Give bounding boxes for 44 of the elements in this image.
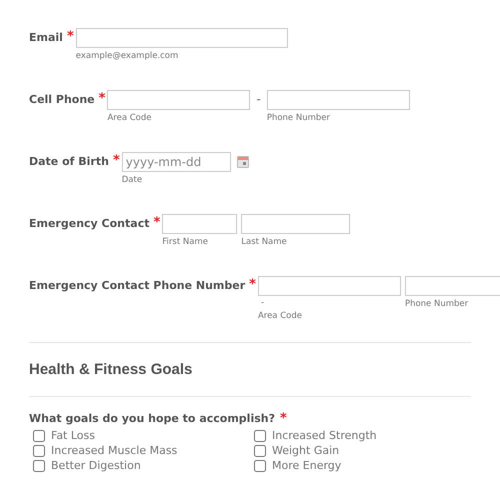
text-field[interactable] [162, 214, 238, 234]
field-label: Date of Birth [29, 155, 109, 168]
date-field[interactable]: yyyy-mm-dd [122, 152, 231, 172]
field-label: Email [29, 31, 63, 44]
checkbox-label[interactable]: Fat Loss [51, 429, 95, 442]
question-label: What goals do you hope to accomplish? [29, 412, 275, 425]
checkbox[interactable] [33, 444, 45, 456]
separator-dash: - [256, 92, 261, 106]
field-sublabel: example@example.com [76, 51, 180, 61]
separator-dash: - [260, 298, 266, 308]
field-sublabel: Date [122, 175, 144, 185]
checkbox-label[interactable]: Increased Muscle Mass [51, 444, 178, 457]
checkbox-label[interactable]: Better Digestion [51, 459, 141, 472]
area-code-field[interactable] [107, 90, 250, 110]
field-label: Emergency Contact Phone Number [29, 279, 246, 292]
field-sublabel: Phone Number [266, 113, 331, 123]
required-asterisk: * [112, 153, 120, 168]
required-asterisk: * [249, 277, 256, 292]
field-sublabel: Last Name [241, 237, 288, 247]
required-asterisk: * [280, 411, 287, 426]
checkbox[interactable] [254, 460, 266, 472]
section-heading: Health & Fitness Goals [28, 360, 194, 380]
field-label: Cell Phone [29, 93, 95, 106]
checkbox[interactable] [33, 460, 45, 472]
checkbox[interactable] [254, 430, 266, 442]
field-sublabel: Area Code [107, 113, 152, 123]
field-sublabel: First Name [162, 237, 209, 247]
checkbox[interactable] [33, 430, 45, 442]
phone-number-field[interactable] [404, 276, 500, 296]
checkbox[interactable] [254, 444, 266, 456]
required-asterisk: * [98, 91, 106, 106]
required-asterisk: * [66, 29, 74, 44]
phone-number-field[interactable] [266, 90, 410, 110]
field-sublabel: Area Code [258, 311, 303, 321]
checkbox-label[interactable]: More Energy [272, 459, 342, 472]
checkbox-label[interactable]: Increased Strength [272, 429, 377, 442]
field-sublabel: Phone Number [404, 299, 470, 309]
area-code-field[interactable] [258, 276, 401, 296]
field-label: Emergency Contact [29, 217, 150, 230]
checkbox-label[interactable]: Weight Gain [272, 444, 340, 457]
text-field[interactable] [76, 28, 288, 48]
calendar-icon[interactable] [236, 156, 249, 168]
text-field[interactable] [241, 214, 350, 234]
required-asterisk: * [153, 215, 160, 230]
